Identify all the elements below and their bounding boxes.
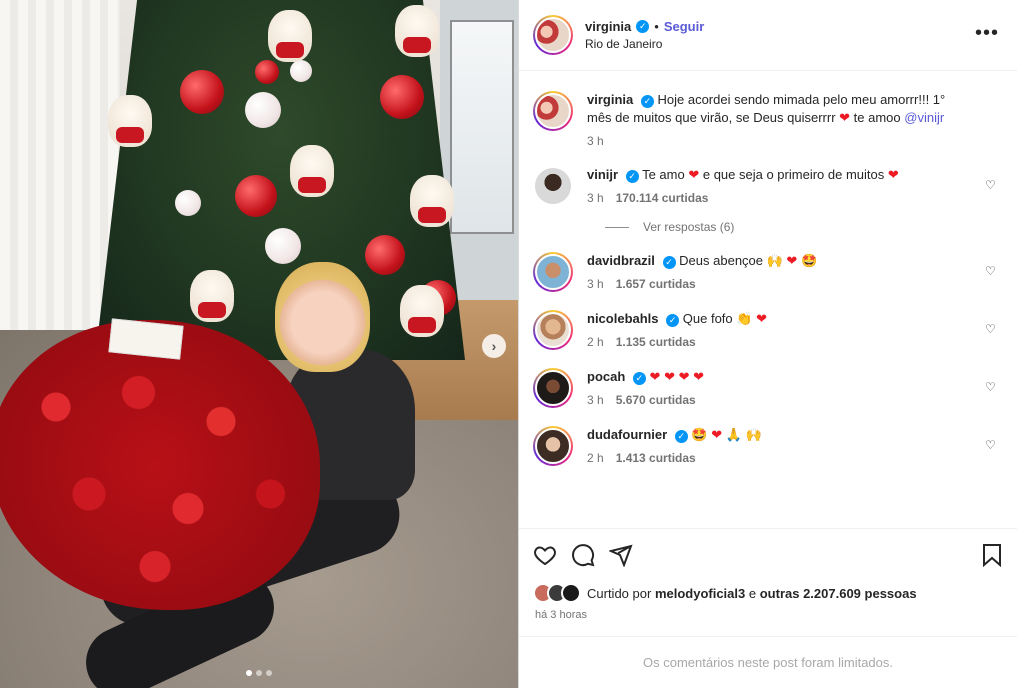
caption: virginia ✓ Hoje acordei sendo mimada pel…: [533, 91, 1003, 148]
heart-icon[interactable]: [533, 543, 557, 567]
comment: nicolebahls ✓ Que fofo 👏 ❤ 2 h 1.135 cur…: [533, 310, 1003, 350]
post-photo: ›: [0, 0, 518, 688]
verified-badge-icon: ✓: [662, 255, 676, 269]
post-header: virginia ✓ • Seguir Rio de Janeiro •••: [519, 0, 1017, 71]
teddy-bear: [190, 270, 234, 322]
comment-username[interactable]: nicolebahls: [587, 311, 659, 326]
heart-icon[interactable]: ♡: [985, 322, 997, 336]
ornament-white: [245, 92, 281, 128]
comment-username[interactable]: davidbrazil: [587, 253, 655, 268]
avatar[interactable]: [533, 15, 573, 55]
divider: [605, 226, 629, 228]
verified-badge-icon: ✓: [625, 169, 639, 183]
heart-icon[interactable]: ♡: [985, 264, 997, 278]
teddy-bear: [400, 285, 444, 337]
post-side-panel: virginia ✓ • Seguir Rio de Janeiro ••• v…: [518, 0, 1017, 688]
post-modal: › virginia ✓ • Seguir Rio de Janeiro •••: [0, 0, 1017, 688]
comment-text: Te amo ❤ e que seja o primeiro de muitos…: [642, 167, 899, 182]
teddy-bear: [410, 175, 454, 227]
comment: pocah ✓ ❤ ❤ ❤ ❤ 3 h 5.670 curtidas ♡: [533, 368, 1003, 408]
ornament: [365, 235, 405, 275]
teddy-bear: [108, 95, 152, 147]
author-username[interactable]: virginia: [585, 19, 631, 34]
teddy-bear: [290, 145, 334, 197]
avatar[interactable]: [533, 426, 573, 466]
comments-limited-notice: Os comentários neste post foram limitado…: [519, 636, 1017, 688]
comment-time[interactable]: 3 h: [587, 393, 604, 407]
ornament: [180, 70, 224, 114]
verified-badge-icon: ✓: [640, 94, 654, 108]
view-replies[interactable]: Ver respostas (6): [605, 220, 1003, 234]
avatar[interactable]: [533, 252, 573, 292]
avatar[interactable]: [533, 166, 573, 206]
ornament: [255, 60, 279, 84]
heart-icon[interactable]: ♡: [985, 380, 997, 394]
separator: •: [654, 19, 659, 34]
ornament: [235, 175, 277, 217]
post-time[interactable]: há 3 horas: [535, 609, 1003, 621]
comment-text: Deus abençoe 🙌 ❤ 🤩: [679, 253, 818, 268]
comments-list: virginia ✓ Hoje acordei sendo mimada pel…: [519, 71, 1017, 528]
bookmark-icon[interactable]: [981, 543, 1003, 567]
carousel-dot: [256, 670, 262, 676]
ornament-white: [265, 228, 301, 264]
verified-badge-icon: ✓: [674, 429, 688, 443]
comment-time[interactable]: 2 h: [587, 335, 604, 349]
avatar[interactable]: [533, 368, 573, 408]
comment-text: ❤ ❤ ❤ ❤: [649, 369, 705, 384]
caption-time[interactable]: 3 h: [587, 134, 604, 148]
comment-likes[interactable]: 5.670 curtidas: [616, 393, 696, 407]
verified-badge-icon: ✓: [636, 20, 650, 33]
verified-badge-icon: ✓: [666, 313, 680, 327]
heart-icon[interactable]: ♡: [985, 178, 997, 192]
comment-likes[interactable]: 1.135 curtidas: [616, 335, 696, 349]
comment-icon[interactable]: [571, 543, 595, 567]
carousel-dot: [246, 670, 252, 676]
ornament: [380, 75, 424, 119]
comment-username[interactable]: dudafournier: [587, 427, 667, 442]
comment-likes[interactable]: 170.114 curtidas: [616, 191, 709, 205]
follow-button[interactable]: Seguir: [664, 19, 704, 34]
avatar[interactable]: [533, 310, 573, 350]
carousel-dots: [246, 670, 272, 676]
verified-badge-icon: ✓: [632, 371, 646, 385]
mention-link[interactable]: @vinijr: [904, 110, 944, 125]
person-head: [275, 262, 370, 372]
likes-middle: e: [748, 585, 757, 601]
caption-text: Hoje acordei sendo mimada pelo meu amorr…: [587, 92, 946, 125]
view-replies-label[interactable]: Ver respostas (6): [643, 220, 734, 234]
teddy-bear: [268, 10, 312, 62]
comment-username[interactable]: pocah: [587, 369, 625, 384]
rose-bouquet: [0, 320, 320, 610]
avatar[interactable]: [533, 91, 573, 131]
comment-likes[interactable]: 1.657 curtidas: [616, 277, 696, 291]
teddy-bear: [395, 5, 439, 57]
chevron-right-icon[interactable]: ›: [482, 334, 506, 358]
comment-time[interactable]: 3 h: [587, 277, 604, 291]
comment-text: 🤩 ❤ 🙏 🙌: [691, 427, 762, 442]
comment-username[interactable]: vinijr: [587, 167, 618, 182]
location-link[interactable]: Rio de Janeiro: [585, 37, 704, 51]
avatar: [561, 583, 581, 603]
comment-likes[interactable]: 1.413 curtidas: [616, 451, 696, 465]
comment: vinijr ✓ Te amo ❤ e que seja o primeiro …: [533, 166, 1003, 206]
more-options-icon[interactable]: •••: [975, 22, 999, 45]
likes-prefix: Curtido por: [587, 585, 652, 601]
caption-username[interactable]: virginia: [587, 92, 633, 107]
comment-time[interactable]: 2 h: [587, 451, 604, 465]
comment-text: Que fofo 👏 ❤: [682, 311, 767, 326]
likes-others[interactable]: outras 2.207.609 pessoas: [760, 586, 917, 601]
comment: davidbrazil ✓ Deus abençoe 🙌 ❤ 🤩 3 h 1.6…: [533, 252, 1003, 292]
comment: dudafournier ✓ 🤩 ❤ 🙏 🙌 2 h 1.413 curtida…: [533, 426, 1003, 466]
ornament-white: [175, 190, 201, 216]
carousel-dot: [266, 670, 272, 676]
comment-time[interactable]: 3 h: [587, 191, 604, 205]
share-icon[interactable]: [609, 543, 633, 567]
post-actions: Curtido por melodyoficial3 e outras 2.20…: [519, 528, 1017, 688]
ornament-white: [290, 60, 312, 82]
liked-by-user[interactable]: melodyoficial3: [655, 586, 745, 601]
likes-summary[interactable]: Curtido por melodyoficial3 e outras 2.20…: [533, 583, 1003, 603]
heart-icon[interactable]: ♡: [985, 438, 997, 452]
